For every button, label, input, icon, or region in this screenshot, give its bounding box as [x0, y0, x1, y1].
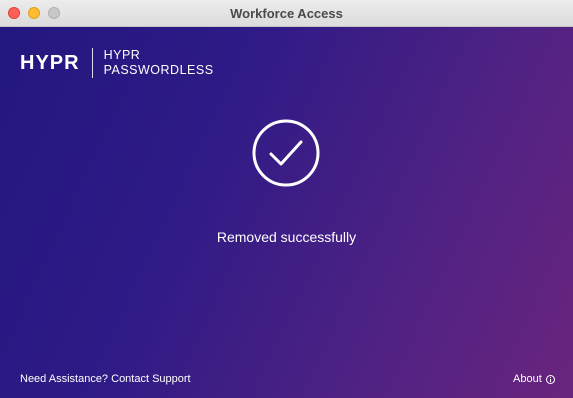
hypr-logo: HYPR HYPR PASSWORDLESS [20, 48, 214, 78]
main-panel: HYPR HYPR PASSWORDLESS Removed successfu… [0, 27, 573, 398]
about-link[interactable]: About [513, 373, 542, 385]
info-icon[interactable] [545, 374, 555, 384]
status-message: Removed successfully [216, 229, 357, 245]
logo-subtitle: HYPR PASSWORDLESS [104, 48, 214, 78]
contact-support-link[interactable]: Contact Support [111, 373, 191, 385]
assistance-footer: Need Assistance? Contact Support [20, 373, 191, 385]
logo-subtitle-line2: PASSWORDLESS [103, 63, 214, 77]
title-bar[interactable]: Workforce Access [0, 0, 573, 27]
assistance-label: Need Assistance? [20, 373, 112, 385]
logo-divider [91, 48, 93, 78]
logo-wordmark: HYPR [20, 51, 80, 74]
window-title: Workforce Access [230, 6, 343, 21]
checkmark-circle-icon [252, 119, 320, 187]
about-footer[interactable]: About [513, 373, 555, 385]
app-window: Workforce Access HYPR HYPR PASSWORDLESS … [0, 0, 573, 398]
logo-subtitle-line1: HYPR [103, 48, 141, 62]
